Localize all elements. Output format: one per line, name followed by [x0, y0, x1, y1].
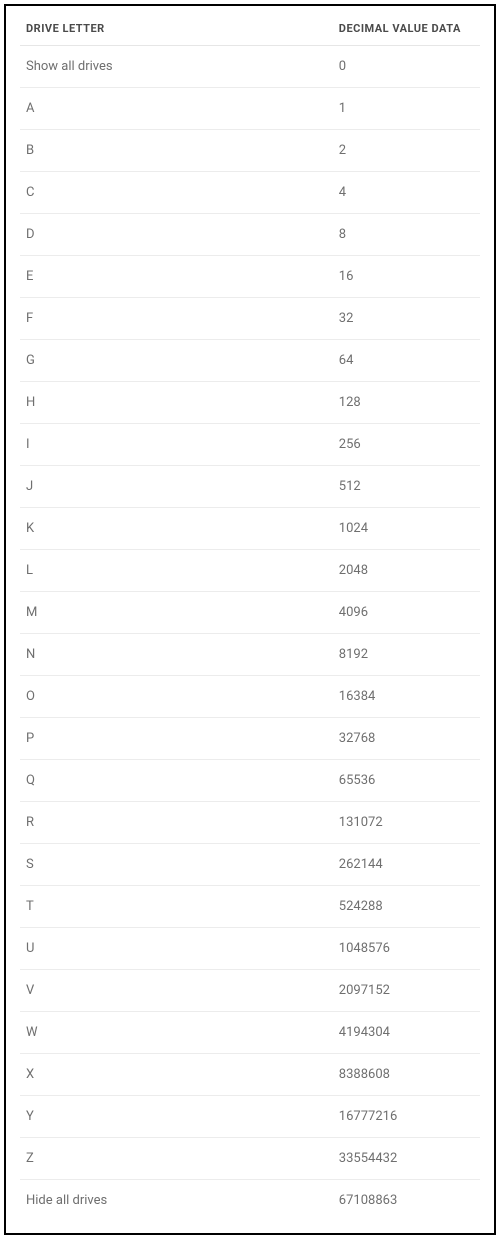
- table-row: B2: [20, 130, 480, 172]
- cell-drive-letter: K: [20, 508, 333, 550]
- table-row: F32: [20, 298, 480, 340]
- cell-decimal-value: 4096: [333, 592, 480, 634]
- cell-decimal-value: 65536: [333, 760, 480, 802]
- table-row: M4096: [20, 592, 480, 634]
- cell-decimal-value: 33554432: [333, 1138, 480, 1180]
- cell-decimal-value: 8388608: [333, 1054, 480, 1096]
- cell-decimal-value: 1024: [333, 508, 480, 550]
- table-row: Show all drives0: [20, 46, 480, 88]
- cell-drive-letter: W: [20, 1012, 333, 1054]
- table-row: N8192: [20, 634, 480, 676]
- cell-drive-letter: P: [20, 718, 333, 760]
- cell-decimal-value: 2048: [333, 550, 480, 592]
- cell-drive-letter: B: [20, 130, 333, 172]
- cell-drive-letter: V: [20, 970, 333, 1012]
- cell-drive-letter: L: [20, 550, 333, 592]
- cell-decimal-value: 2: [333, 130, 480, 172]
- table-row: V2097152: [20, 970, 480, 1012]
- cell-decimal-value: 0: [333, 46, 480, 88]
- table-row: I256: [20, 424, 480, 466]
- table-row: E16: [20, 256, 480, 298]
- header-decimal-value: DECIMAL VALUE DATA: [333, 12, 480, 46]
- table-row: L2048: [20, 550, 480, 592]
- table-row: W4194304: [20, 1012, 480, 1054]
- cell-drive-letter: Q: [20, 760, 333, 802]
- cell-drive-letter: Y: [20, 1096, 333, 1138]
- cell-drive-letter: G: [20, 340, 333, 382]
- table-row: Q65536: [20, 760, 480, 802]
- cell-drive-letter: J: [20, 466, 333, 508]
- cell-drive-letter: R: [20, 802, 333, 844]
- table-row: A1: [20, 88, 480, 130]
- table-row: H128: [20, 382, 480, 424]
- cell-drive-letter: Hide all drives: [20, 1180, 333, 1222]
- table-row: R131072: [20, 802, 480, 844]
- table-row: J512: [20, 466, 480, 508]
- cell-decimal-value: 1048576: [333, 928, 480, 970]
- cell-drive-letter: O: [20, 676, 333, 718]
- cell-decimal-value: 1: [333, 88, 480, 130]
- cell-decimal-value: 32768: [333, 718, 480, 760]
- table-body: Show all drives0A1B2C4D8E16F32G64H128I25…: [20, 46, 480, 1222]
- cell-decimal-value: 16384: [333, 676, 480, 718]
- table-row: Hide all drives67108863: [20, 1180, 480, 1222]
- table-row: T524288: [20, 886, 480, 928]
- cell-drive-letter: X: [20, 1054, 333, 1096]
- cell-drive-letter: N: [20, 634, 333, 676]
- cell-decimal-value: 262144: [333, 844, 480, 886]
- cell-drive-letter: D: [20, 214, 333, 256]
- cell-drive-letter: A: [20, 88, 333, 130]
- cell-drive-letter: U: [20, 928, 333, 970]
- cell-drive-letter: F: [20, 298, 333, 340]
- cell-decimal-value: 524288: [333, 886, 480, 928]
- table-row: C4: [20, 172, 480, 214]
- header-drive-letter: DRIVE LETTER: [20, 12, 333, 46]
- cell-drive-letter: Z: [20, 1138, 333, 1180]
- cell-drive-letter: I: [20, 424, 333, 466]
- table-row: G64: [20, 340, 480, 382]
- table-header-row: DRIVE LETTER DECIMAL VALUE DATA: [20, 12, 480, 46]
- cell-decimal-value: 8: [333, 214, 480, 256]
- table-row: Z33554432: [20, 1138, 480, 1180]
- cell-drive-letter: Show all drives: [20, 46, 333, 88]
- table-row: U1048576: [20, 928, 480, 970]
- table-row: S262144: [20, 844, 480, 886]
- cell-decimal-value: 2097152: [333, 970, 480, 1012]
- table-row: O16384: [20, 676, 480, 718]
- cell-decimal-value: 67108863: [333, 1180, 480, 1222]
- cell-drive-letter: C: [20, 172, 333, 214]
- cell-decimal-value: 131072: [333, 802, 480, 844]
- cell-decimal-value: 32: [333, 298, 480, 340]
- cell-drive-letter: H: [20, 382, 333, 424]
- cell-decimal-value: 16777216: [333, 1096, 480, 1138]
- cell-decimal-value: 16: [333, 256, 480, 298]
- cell-decimal-value: 128: [333, 382, 480, 424]
- cell-decimal-value: 4: [333, 172, 480, 214]
- drive-value-table: DRIVE LETTER DECIMAL VALUE DATA Show all…: [20, 12, 480, 1221]
- cell-drive-letter: E: [20, 256, 333, 298]
- cell-decimal-value: 64: [333, 340, 480, 382]
- cell-decimal-value: 8192: [333, 634, 480, 676]
- cell-decimal-value: 512: [333, 466, 480, 508]
- table-row: K1024: [20, 508, 480, 550]
- cell-drive-letter: T: [20, 886, 333, 928]
- cell-decimal-value: 256: [333, 424, 480, 466]
- table-row: X8388608: [20, 1054, 480, 1096]
- table-row: D8: [20, 214, 480, 256]
- table-row: P32768: [20, 718, 480, 760]
- cell-drive-letter: S: [20, 844, 333, 886]
- table-row: Y16777216: [20, 1096, 480, 1138]
- drive-value-table-container: DRIVE LETTER DECIMAL VALUE DATA Show all…: [4, 4, 496, 1235]
- cell-decimal-value: 4194304: [333, 1012, 480, 1054]
- cell-drive-letter: M: [20, 592, 333, 634]
